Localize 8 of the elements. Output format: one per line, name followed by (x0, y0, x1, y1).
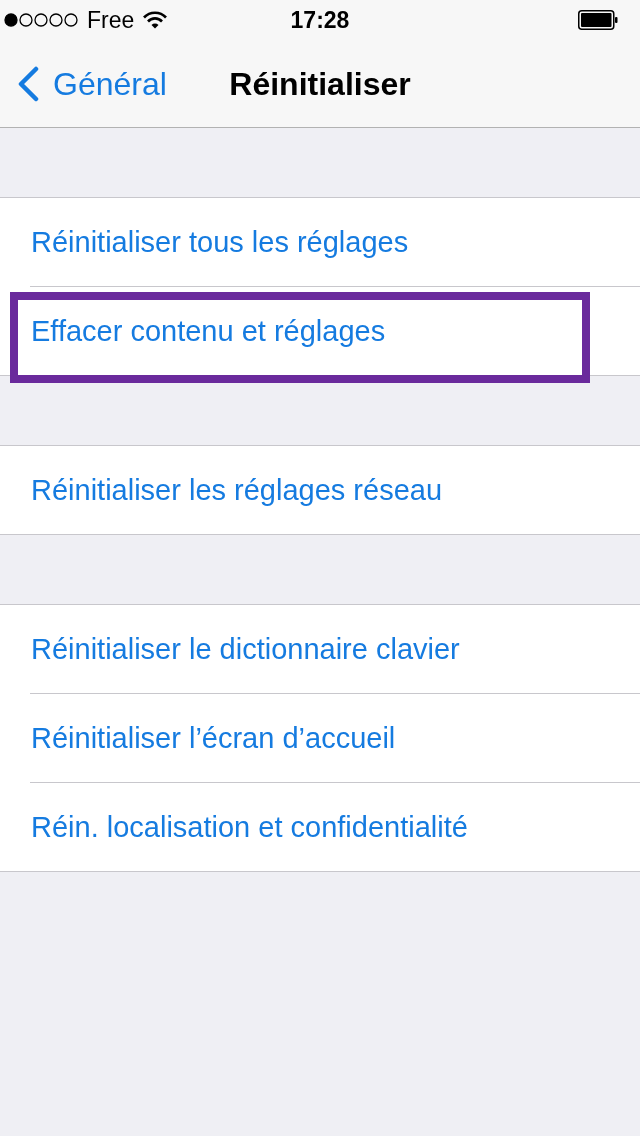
back-button[interactable]: Général (17, 65, 167, 102)
clock-time: 17:28 (290, 8, 350, 32)
page-title: Réinitialiser (229, 67, 411, 100)
back-chevron-icon (17, 65, 39, 102)
carrier-name: Free (87, 8, 135, 32)
wifi-icon (143, 11, 168, 29)
battery-icon (578, 10, 618, 30)
signal-strength-icon (4, 13, 78, 27)
